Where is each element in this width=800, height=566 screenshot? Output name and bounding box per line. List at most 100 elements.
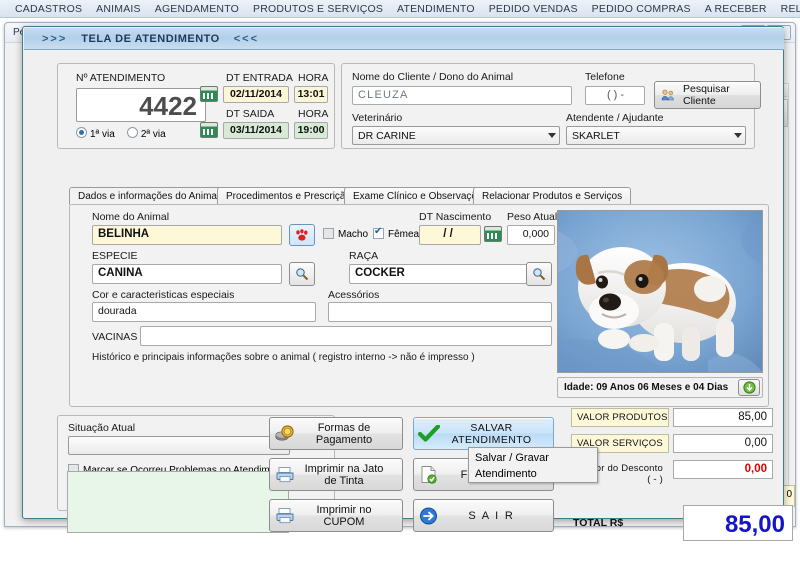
paw-icon-button[interactable] xyxy=(289,224,315,246)
dt-entrada-label: DT ENTRADA xyxy=(226,72,293,84)
nome-cliente-label: Nome do Cliente / Dono do Animal xyxy=(352,71,514,83)
imprimir-jato-button[interactable]: Imprimir na Jato de Tinta xyxy=(269,458,403,491)
valor-produtos-label: VALOR PRODUTOS xyxy=(571,408,669,427)
check-icon xyxy=(414,424,444,443)
tab-relacionar-produtos[interactable]: Relacionar Produtos e Serviços xyxy=(473,187,632,205)
menu-item-atendimento[interactable]: ATENDIMENTO xyxy=(390,3,482,15)
especie-input[interactable]: CANINA xyxy=(92,264,282,284)
hora-saida-value[interactable]: 19:00 xyxy=(294,122,328,139)
panel-atendimento-numero: Nº ATENDIMENTO 4422 1ª via 2ª via DT ENT… xyxy=(57,63,335,149)
valor-servicos-row: VALOR SERVIÇOS 0,00 xyxy=(571,434,773,453)
valor-produtos-value[interactable]: 85,00 xyxy=(673,408,773,427)
vacinas-input[interactable] xyxy=(140,326,552,346)
veterinario-value: DR CARINE xyxy=(358,130,416,142)
idade-label: Idade: 09 Anos 06 Meses e 04 Dias xyxy=(564,382,729,393)
tab-dados-animal[interactable]: Dados e informações do Animal -> xyxy=(69,187,241,205)
radio-2a-via[interactable]: 2ª via xyxy=(126,127,166,140)
menu-item-agendamento[interactable]: AGENDAMENTO xyxy=(148,3,246,15)
total-label: TOTAL R$ xyxy=(573,517,624,529)
search-icon-especie[interactable] xyxy=(289,262,315,286)
chevron-left-icon: <<< xyxy=(233,32,260,45)
formas-pagamento-button[interactable]: Formas de Pagamento xyxy=(269,417,403,450)
valor-servicos-value[interactable]: 0,00 xyxy=(673,434,773,453)
imprimir-jato-label: Imprimir na Jato de Tinta xyxy=(304,462,384,487)
femea-checkbox[interactable]: Fêmea xyxy=(373,226,419,240)
salvar-tooltip: Salvar / Gravar Atendimento xyxy=(468,447,598,483)
menu-item-relatorios[interactable]: RELATÓRIOS xyxy=(774,3,800,15)
telefone-label: Telefone xyxy=(585,71,625,83)
dt-nascimento-label: DT Nascimento xyxy=(419,211,492,223)
atendimento-dialog: >>> TELA DE ATENDIMENTO <<< Nº ATENDIMEN… xyxy=(22,26,793,541)
dt-nascimento-input[interactable]: / / xyxy=(419,225,481,245)
radio-2a-via-label: 2ª via xyxy=(140,129,166,140)
menu-item-a-receber[interactable]: A RECEBER xyxy=(698,3,774,15)
hora-saida-label: HORA xyxy=(298,108,329,120)
radio-1a-via[interactable]: 1ª via xyxy=(76,127,115,140)
pesquisar-cliente-label: Pesquisar Cliente xyxy=(683,83,730,107)
desconto-value[interactable]: 0,00 xyxy=(673,460,773,479)
imprimir-cupom-button[interactable]: Imprimir no CUPOM xyxy=(269,499,403,532)
hora-entrada-label: HORA xyxy=(298,72,329,84)
situacao-atual-select[interactable] xyxy=(68,436,290,455)
calendar-icon-nascimento[interactable] xyxy=(484,226,502,242)
pesquisar-cliente-button[interactable]: Pesquisar Cliente xyxy=(654,81,761,109)
menu-item-pedido-vendas[interactable]: PEDIDO VENDAS xyxy=(482,3,585,15)
dt-saida-value[interactable]: 03/11/2014 xyxy=(223,122,289,139)
historico-hint: Histórico e principais informações sobre… xyxy=(92,352,475,363)
nome-animal-label: Nome do Animal xyxy=(92,211,170,223)
menu-item-cadastros[interactable]: CADASTROS xyxy=(8,3,89,15)
macho-checkbox[interactable]: Macho xyxy=(323,228,368,240)
acessorios-input[interactable] xyxy=(328,302,552,322)
nome-animal-input[interactable]: BELINHA xyxy=(92,225,282,245)
panel-dados-animal: Nome do Animal BELINHA Macho Fêmea DT Na… xyxy=(69,204,769,407)
chevron-right-icon: >>> xyxy=(42,32,68,45)
sair-label: S A I R xyxy=(468,509,515,522)
printer-icon-cupom xyxy=(270,507,300,524)
atendente-label: Atendente / Ajudante xyxy=(566,112,664,124)
salvar-atendimento-button[interactable]: SALVAR ATENDIMENTO xyxy=(413,417,554,450)
observacoes-textarea[interactable] xyxy=(67,471,289,533)
panel-cliente: Nome do Cliente / Dono do Animal CLEUZA … xyxy=(341,63,761,149)
chevron-down-icon-atendente xyxy=(734,133,742,138)
puppy-photo-image xyxy=(558,211,762,372)
menu-item-produtos-servicos[interactable]: PRODUTOS E SERVIÇOS xyxy=(246,3,390,15)
refresh-age-button[interactable] xyxy=(738,379,760,396)
sair-button[interactable]: S A I R xyxy=(413,499,554,532)
menu-item-animais[interactable]: ANIMAIS xyxy=(89,3,148,15)
menu-item-pedido-compras[interactable]: PEDIDO COMPRAS xyxy=(585,3,698,15)
search-icon-raca[interactable] xyxy=(526,262,552,286)
cor-caracteristicas-input[interactable]: dourada xyxy=(92,302,316,322)
tab-strip: Dados e informações do Animal -> Procedi… xyxy=(69,187,769,205)
peso-atual-input[interactable]: 0,000 xyxy=(507,225,555,245)
cor-caracteristicas-label: Cor e caracteristicas especiais xyxy=(92,289,235,301)
calendar-icon-saida[interactable] xyxy=(200,122,218,138)
imprimir-cupom-label: Imprimir no CUPOM xyxy=(316,503,372,528)
acessorios-label: Acessórios xyxy=(328,289,380,301)
dt-entrada-value[interactable]: 02/11/2014 xyxy=(223,86,289,103)
chevron-down-icon-veterinario xyxy=(548,133,556,138)
dialog-title: TELA DE ATENDIMENTO xyxy=(81,32,220,45)
telefone-input[interactable]: ( ) - xyxy=(585,86,645,105)
dt-saida-label: DT SAIDA xyxy=(226,108,275,120)
desconto-row: Valor do Desconto ( - ) 0,00 xyxy=(571,460,773,485)
atendente-select[interactable]: SKARLET xyxy=(566,126,746,145)
veterinario-select[interactable]: DR CARINE xyxy=(352,126,560,145)
atendente-value: SKARLET xyxy=(572,130,620,142)
macho-checkbox-box xyxy=(323,228,334,239)
calendar-icon-entrada[interactable] xyxy=(200,86,218,102)
salvar-atendimento-label: SALVAR ATENDIMENTO xyxy=(451,421,532,446)
animal-photo xyxy=(557,210,763,373)
exit-arrow-icon xyxy=(414,507,444,525)
formas-pagamento-label: Formas de Pagamento xyxy=(315,421,373,446)
nome-cliente-input[interactable]: CLEUZA xyxy=(352,86,572,105)
radio-2a-via-dot xyxy=(126,127,138,138)
idade-display: Idade: 09 Anos 06 Meses e 04 Dias xyxy=(557,377,763,398)
tooltip-line-2: Atendimento xyxy=(475,468,537,480)
numero-atendimento-value[interactable]: 4422 xyxy=(76,88,206,122)
radio-1a-via-dot xyxy=(76,127,87,138)
hora-entrada-value[interactable]: 13:01 xyxy=(294,86,328,103)
raca-input[interactable]: COCKER xyxy=(349,264,539,284)
vacinas-label: VACINAS xyxy=(92,331,138,343)
via-radio-group: 1ª via 2ª via xyxy=(76,127,166,140)
dialog-title-bar: >>> TELA DE ATENDIMENTO <<< xyxy=(24,28,784,50)
